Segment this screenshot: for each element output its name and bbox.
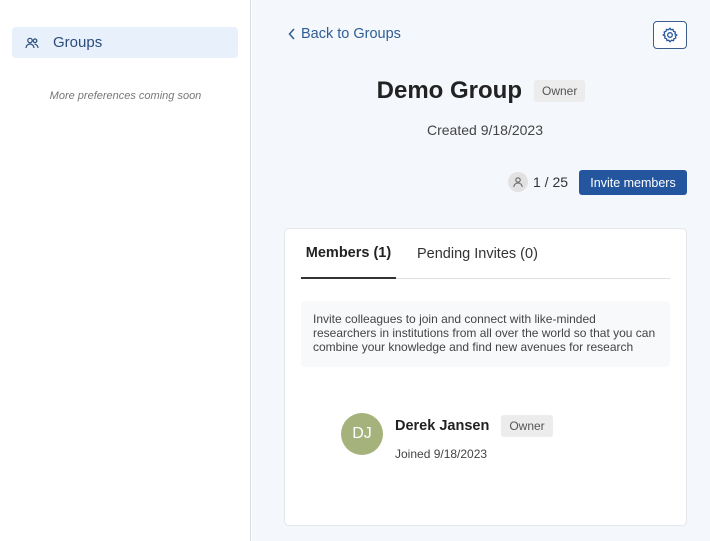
page-title: Demo Group	[376, 77, 522, 104]
avatar: DJ	[341, 413, 383, 455]
invite-info-text: Invite colleagues to join and connect wi…	[301, 301, 670, 367]
role-badge: Owner	[534, 80, 586, 102]
preferences-note: More preferences coming soon	[49, 90, 202, 102]
members-card: Members (1) Pending Invites (0) Invite c…	[284, 228, 687, 526]
sidebar: Groups More preferences coming soon	[0, 0, 251, 541]
member-joined-date: Joined 9/18/2023	[395, 447, 488, 461]
user-icon	[508, 172, 528, 192]
sidebar-item-label: Groups	[53, 34, 103, 51]
created-date: Created 9/18/2023	[427, 122, 543, 138]
back-link-label: Back to Groups	[301, 26, 401, 42]
group-title-row: Demo Group Owner	[252, 77, 710, 105]
group-detail: Back to Groups Demo Group Owner Created …	[252, 0, 710, 541]
invite-members-button[interactable]: Invite members	[579, 170, 687, 195]
member-count-text: 1 / 25	[533, 174, 569, 190]
tab-bar: Members (1) Pending Invites (0)	[301, 229, 670, 279]
member-count: 1 / 25	[508, 172, 568, 192]
users-icon	[25, 36, 39, 50]
settings-button[interactable]	[653, 21, 687, 49]
member-name: Derek Jansen	[395, 418, 490, 434]
chevron-left-icon	[288, 28, 296, 40]
list-item: DJ Derek Jansen Owner Joined 9/18/2023	[341, 413, 553, 461]
back-to-groups-link[interactable]: Back to Groups	[288, 26, 401, 42]
sidebar-item-groups[interactable]: Groups	[12, 27, 238, 58]
member-role-badge: Owner	[501, 415, 553, 437]
gear-icon	[662, 27, 678, 43]
tab-members[interactable]: Members (1)	[301, 229, 396, 279]
tab-pending-invites[interactable]: Pending Invites (0)	[417, 229, 538, 279]
